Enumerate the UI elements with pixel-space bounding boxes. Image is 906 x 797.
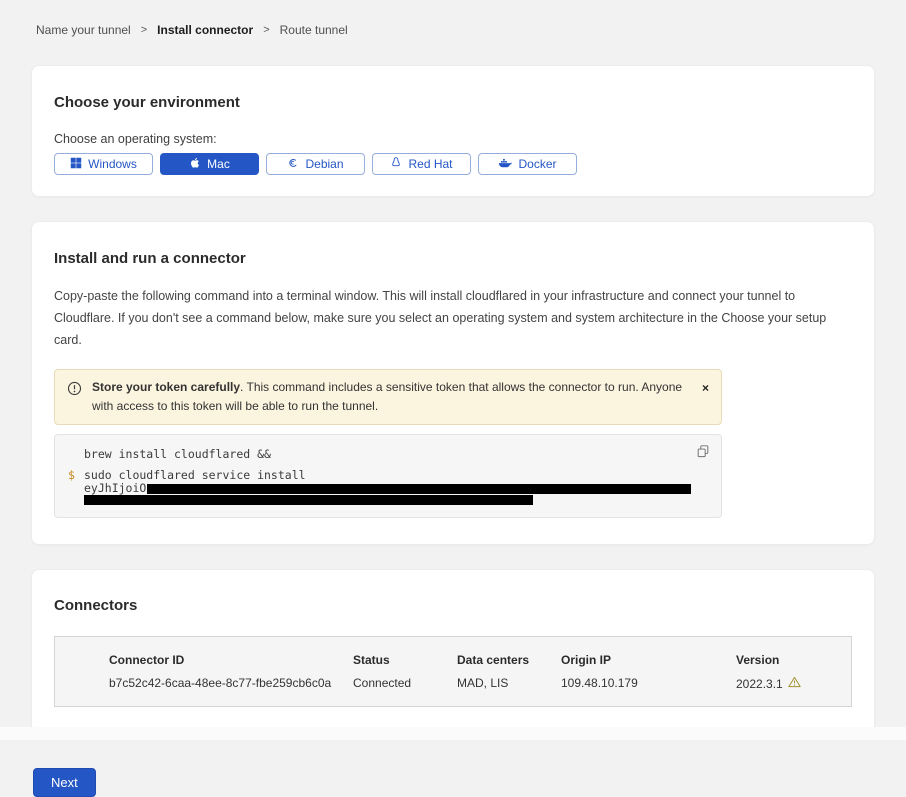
column-header-data-centers: Data centers <box>457 653 561 667</box>
alert-circle-icon <box>67 381 82 402</box>
breadcrumb-step-install-connector[interactable]: Install connector <box>157 23 253 37</box>
os-select-label: Choose an operating system: <box>54 132 852 146</box>
version-value: 2022.3.1 <box>736 676 841 691</box>
warning-triangle-icon <box>788 676 801 691</box>
breadcrumb-step-route-tunnel[interactable]: Route tunnel <box>280 23 348 37</box>
breadcrumb: Name your tunnel > Install connector > R… <box>0 0 906 37</box>
next-button[interactable]: Next <box>33 768 96 797</box>
redhat-penguin-icon <box>390 156 402 172</box>
os-button-label: Red Hat <box>408 157 452 171</box>
install-description: Copy-paste the following command into a … <box>54 286 852 352</box>
column-header-version: Version <box>736 653 841 667</box>
connectors-table: Connector ID Status Data centers Origin … <box>54 636 852 707</box>
warning-message: Store your token carefully. This command… <box>92 378 686 416</box>
redacted-token-bar <box>147 484 691 494</box>
column-header-connector-id: Connector ID <box>109 653 353 667</box>
breadcrumb-separator: > <box>263 24 269 36</box>
os-button-group: Windows Mac Debian Red Hat Docker <box>54 153 852 175</box>
code-line-token: eyJhIjoiO <box>55 483 681 494</box>
warning-message-bold: Store your token carefully <box>92 380 240 394</box>
os-button-mac[interactable]: Mac <box>160 153 259 175</box>
install-command-codeblock: brew install cloudflared && $sudo cloudf… <box>54 434 722 518</box>
os-button-label: Windows <box>88 157 137 171</box>
code-line-sudo: $sudo cloudflared service install <box>55 468 681 483</box>
os-button-windows[interactable]: Windows <box>54 153 153 175</box>
data-centers-value: MAD, LIS <box>457 676 561 691</box>
shell-prompt: $ <box>68 468 75 483</box>
version-number: 2022.3.1 <box>736 677 783 691</box>
debian-icon <box>287 157 299 172</box>
docker-whale-icon <box>498 157 512 172</box>
breadcrumb-step-name-tunnel[interactable]: Name your tunnel <box>36 23 131 37</box>
os-button-docker[interactable]: Docker <box>478 153 577 175</box>
install-card-title: Install and run a connector <box>54 250 852 267</box>
code-line-token-continued <box>55 494 681 505</box>
status-badge: Connected <box>353 676 457 691</box>
os-button-label: Mac <box>207 157 230 171</box>
redacted-token-bar <box>84 495 533 505</box>
connectors-card-title: Connectors <box>54 597 852 614</box>
os-button-label: Debian <box>305 157 343 171</box>
install-connector-card: Install and run a connector Copy-paste t… <box>31 221 875 545</box>
windows-icon <box>70 157 82 172</box>
os-button-debian[interactable]: Debian <box>266 153 365 175</box>
connectors-card: Connectors Connector ID Status Data cent… <box>31 569 875 733</box>
page-bottom-strip <box>0 727 906 740</box>
connector-id-value: b7c52c42-6caa-48ee-8c77-fbe259cb6c0a <box>109 676 353 691</box>
token-warning-banner: Store your token carefully. This command… <box>54 369 722 425</box>
choose-environment-card: Choose your environment Choose an operat… <box>31 65 875 197</box>
os-button-redhat[interactable]: Red Hat <box>372 153 471 175</box>
environment-card-title: Choose your environment <box>54 94 852 111</box>
os-button-label: Docker <box>518 157 556 171</box>
close-icon[interactable]: × <box>702 382 709 394</box>
column-header-status: Status <box>353 653 457 667</box>
apple-icon <box>189 156 201 172</box>
origin-ip-value: 109.48.10.179 <box>561 676 736 691</box>
copy-icon[interactable] <box>696 444 710 459</box>
breadcrumb-separator: > <box>141 24 147 36</box>
code-line-brew: brew install cloudflared && <box>55 447 681 462</box>
column-header-origin-ip: Origin IP <box>561 653 736 667</box>
